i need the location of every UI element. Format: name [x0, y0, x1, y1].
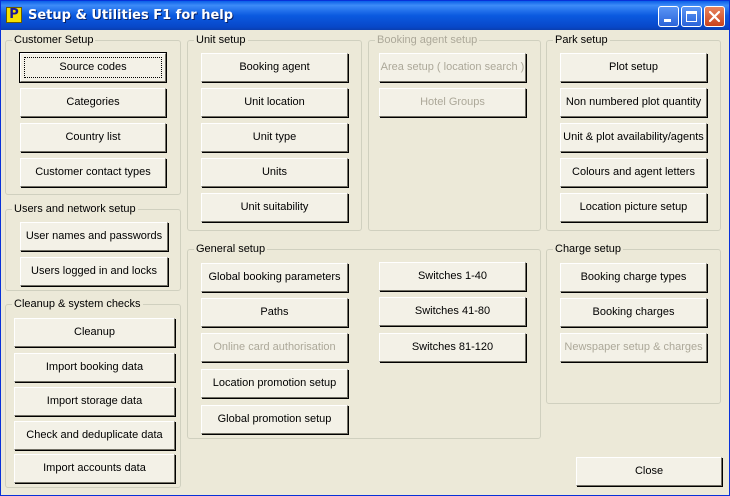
- cleanup-button[interactable]: Cleanup: [14, 318, 175, 347]
- location-promotion-setup-button[interactable]: Location promotion setup: [201, 369, 348, 398]
- units-button[interactable]: Units: [201, 158, 348, 187]
- source-codes-button[interactable]: Source codes: [19, 52, 167, 83]
- import-accounts-data-button[interactable]: Import accounts data: [14, 454, 175, 483]
- maximize-icon: [686, 11, 697, 22]
- app-icon: P: [6, 7, 22, 23]
- online-card-authorisation-button[interactable]: Online card authorisation: [201, 333, 348, 362]
- user-names-passwords-button[interactable]: User names and passwords: [20, 222, 168, 251]
- import-booking-data-button[interactable]: Import booking data: [14, 353, 175, 382]
- global-promotion-setup-button[interactable]: Global promotion setup: [201, 405, 348, 434]
- maximize-button[interactable]: [681, 6, 702, 27]
- users-network-title: Users and network setup: [12, 202, 138, 216]
- minimize-button[interactable]: [658, 6, 679, 27]
- booking-charges-button[interactable]: Booking charges: [560, 298, 707, 327]
- booking-agent-setup-title: Booking agent setup: [375, 33, 480, 47]
- unit-location-button[interactable]: Unit location: [201, 88, 348, 117]
- users-logged-in-button[interactable]: Users logged in and locks: [20, 257, 168, 286]
- cleanup-title: Cleanup & system checks: [12, 297, 143, 311]
- unit-suitability-button[interactable]: Unit suitability: [201, 193, 348, 222]
- plot-setup-button[interactable]: Plot setup: [560, 53, 707, 82]
- park-setup-title: Park setup: [553, 33, 610, 47]
- global-booking-parameters-button[interactable]: Global booking parameters: [201, 263, 348, 292]
- non-numbered-plot-quantity-button[interactable]: Non numbered plot quantity: [560, 88, 707, 117]
- general-setup-title: General setup: [194, 242, 268, 256]
- booking-agent-button[interactable]: Booking agent: [201, 53, 348, 82]
- window-title: Setup & Utilities F1 for help: [28, 8, 234, 23]
- unit-type-button[interactable]: Unit type: [201, 123, 348, 152]
- title-bar[interactable]: P Setup & Utilities F1 for help: [1, 1, 729, 30]
- unit-setup-title: Unit setup: [194, 33, 248, 47]
- switches-41-80-button[interactable]: Switches 41-80: [379, 297, 526, 326]
- booking-charge-types-button[interactable]: Booking charge types: [560, 263, 707, 292]
- close-window-button[interactable]: [704, 6, 725, 27]
- paths-button[interactable]: Paths: [201, 298, 348, 327]
- area-setup-button[interactable]: Area setup ( location search ): [379, 53, 526, 82]
- newspaper-setup-charges-button[interactable]: Newspaper setup & charges: [560, 333, 707, 362]
- import-storage-data-button[interactable]: Import storage data: [14, 387, 175, 416]
- colours-agent-letters-button[interactable]: Colours and agent letters: [560, 158, 707, 187]
- setup-utilities-window: P Setup & Utilities F1 for help Customer…: [0, 0, 730, 496]
- hotel-groups-button[interactable]: Hotel Groups: [379, 88, 526, 117]
- check-deduplicate-button[interactable]: Check and deduplicate data: [14, 421, 175, 450]
- unit-plot-availability-button[interactable]: Unit & plot availability/agents: [560, 123, 707, 152]
- customer-setup-title: Customer Setup: [12, 33, 96, 47]
- source-codes-label: Source codes: [59, 61, 127, 73]
- charge-setup-title: Charge setup: [553, 242, 624, 256]
- customer-contact-types-button[interactable]: Customer contact types: [20, 158, 166, 187]
- categories-button[interactable]: Categories: [20, 88, 166, 117]
- country-list-button[interactable]: Country list: [20, 123, 166, 152]
- location-picture-setup-button[interactable]: Location picture setup: [560, 193, 707, 222]
- minimize-icon: [664, 19, 671, 22]
- close-button[interactable]: Close: [576, 457, 722, 486]
- close-icon: [708, 10, 721, 23]
- switches-1-40-button[interactable]: Switches 1-40: [379, 262, 526, 291]
- switches-81-120-button[interactable]: Switches 81-120: [379, 333, 526, 362]
